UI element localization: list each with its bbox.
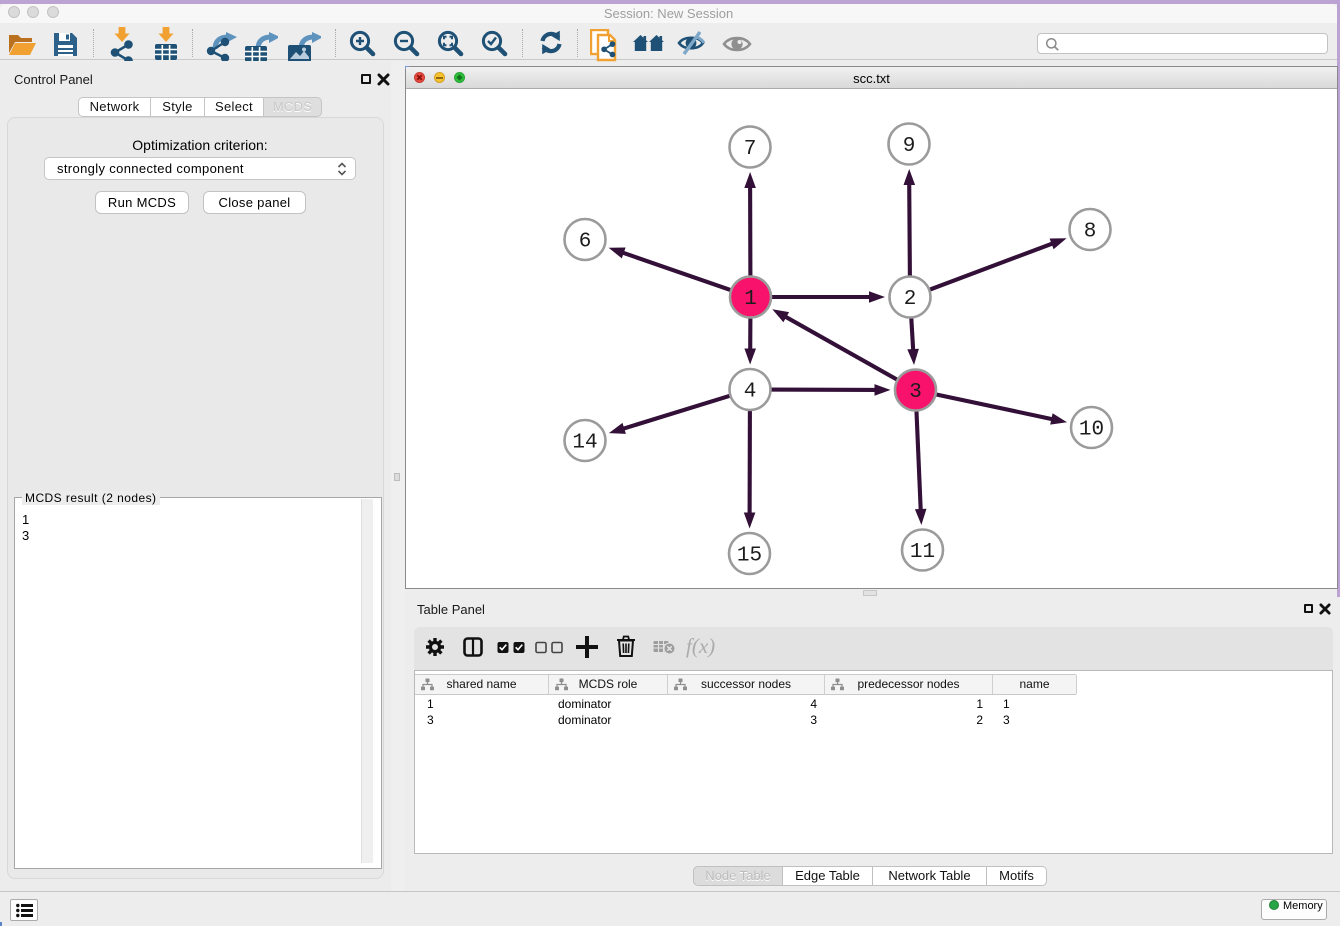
svg-text:3: 3 xyxy=(909,381,922,404)
svg-text:7: 7 xyxy=(744,138,757,161)
svg-text:9: 9 xyxy=(903,135,916,158)
svg-text:11: 11 xyxy=(910,541,935,564)
svg-text:10: 10 xyxy=(1079,419,1104,442)
svg-text:4: 4 xyxy=(744,381,757,404)
svg-text:6: 6 xyxy=(579,231,592,254)
svg-text:1: 1 xyxy=(744,288,757,311)
svg-text:15: 15 xyxy=(737,545,762,568)
svg-text:8: 8 xyxy=(1084,221,1097,244)
svg-text:14: 14 xyxy=(572,432,597,455)
svg-text:2: 2 xyxy=(904,288,917,311)
